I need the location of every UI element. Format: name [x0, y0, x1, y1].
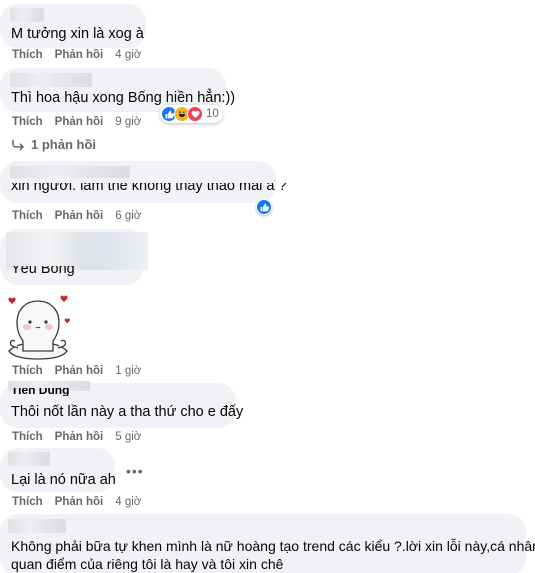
reply-button[interactable]: Phản hồi: [55, 496, 104, 508]
comment-text-line-2: quan điểm của riêng tôi là hay và tôi xi…: [11, 556, 284, 572]
comment-timestamp[interactable]: 4 giờ: [115, 496, 141, 508]
like-button[interactable]: Thích: [12, 116, 43, 128]
commenter-name-redacted[interactable]: [10, 8, 44, 22]
view-replies-label: 1 phản hồi: [31, 137, 96, 152]
like-button[interactable]: Thích: [12, 210, 43, 222]
comment-text: Thôi nốt lần này a tha thứ cho e đấy: [11, 404, 244, 420]
love-reaction-icon: [187, 106, 203, 122]
like-reaction-icon[interactable]: [256, 199, 272, 215]
comment-text-content: Yêu Bống: [11, 266, 75, 277]
comment-actions: Thích Phản hồi 1 giờ: [12, 365, 141, 377]
comment-actions: Thích Phản hồi 4 giờ: [12, 496, 141, 508]
commenter-name-redacted[interactable]: [8, 519, 66, 533]
like-button[interactable]: Thích: [12, 496, 43, 508]
comment-text: Yêu Bống: [11, 266, 75, 280]
comment-actions: Thích Phản hồi 6 giờ: [12, 210, 141, 222]
comment-text: xin ngươi. làm thế không thấy thảo mai à…: [11, 183, 287, 199]
commenter-name-redacted[interactable]: [10, 73, 92, 87]
reply-button[interactable]: Phản hồi: [55, 365, 104, 377]
sticker-image: [8, 295, 71, 360]
like-button[interactable]: Thích: [12, 431, 43, 443]
comment-timestamp[interactable]: 1 giờ: [115, 365, 141, 377]
reply-button[interactable]: Phản hồi: [55, 116, 104, 128]
like-button[interactable]: Thích: [12, 365, 43, 377]
comment-actions: Thích Phản hồi 4 giờ: [12, 49, 141, 61]
comment-text: M tưởng xin là xog à: [11, 26, 144, 42]
reply-button[interactable]: Phản hồi: [55, 49, 104, 61]
like-button[interactable]: Thích: [12, 49, 43, 61]
reply-button[interactable]: Phản hồi: [55, 210, 104, 222]
more-options-icon[interactable]: •••: [126, 463, 144, 479]
reply-arrow-icon: [12, 139, 24, 150]
comment-timestamp[interactable]: 4 giờ: [115, 49, 141, 61]
comment-actions: Thích Phản hồi 9 giờ: [12, 116, 141, 128]
reaction-summary[interactable]: 10: [160, 105, 223, 123]
comment-text-content: xin ngươi. làm thế không thấy thảo mai à…: [11, 183, 287, 194]
comment-timestamp[interactable]: 9 giờ: [115, 116, 141, 128]
commenter-name-text: Tiến Dũng: [11, 388, 70, 396]
comment-text: Lại là nó nữa ah: [11, 472, 116, 488]
comment-timestamp[interactable]: 5 giờ: [115, 431, 141, 443]
comment-actions: Thích Phản hồi 5 giờ: [12, 431, 141, 443]
commenter-name-redacted[interactable]: [6, 232, 148, 270]
commenter-name[interactable]: Tiến Dũng: [11, 388, 69, 396]
commenter-name-redacted[interactable]: [8, 452, 50, 466]
commenter-name-redacted[interactable]: [10, 166, 130, 178]
comment-timestamp[interactable]: 6 giờ: [115, 210, 141, 222]
comment-text-line-1: Không phải bữa tự khen mình là nữ hoàng …: [11, 538, 535, 554]
reaction-count: 10: [206, 108, 219, 120]
reply-button[interactable]: Phản hồi: [55, 431, 104, 443]
view-replies-link[interactable]: 1 phản hồi: [12, 137, 96, 152]
